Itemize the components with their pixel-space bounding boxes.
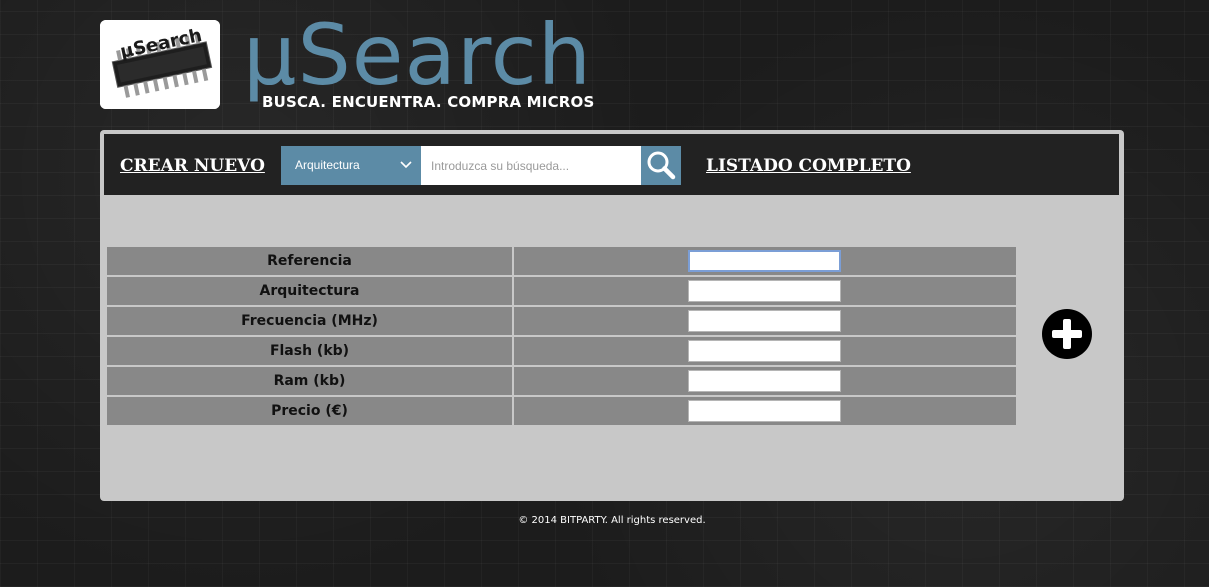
category-select[interactable]: Arquitectura: [281, 146, 421, 185]
form-row-frecuencia: Frecuencia (MHz): [107, 307, 1016, 335]
field-input-cell: [514, 337, 1016, 365]
add-button[interactable]: [1041, 308, 1093, 360]
field-label: Flash (kb): [107, 337, 512, 365]
field-label: Arquitectura: [107, 277, 512, 305]
field-label: Precio (€): [107, 397, 512, 425]
form-row-arquitectura: Arquitectura: [107, 277, 1016, 305]
form-row-precio: Precio (€): [107, 397, 1016, 425]
field-input-cell: [514, 367, 1016, 395]
create-new-link[interactable]: CREAR NUEVO: [120, 156, 265, 176]
search-input[interactable]: [421, 146, 641, 185]
precio-field[interactable]: [688, 400, 841, 422]
form-row-referencia: Referencia: [107, 247, 1016, 275]
brand-tagline: BUSCA. ENCUENTRA. COMPRA MICROS: [262, 93, 595, 111]
field-input-cell: [514, 247, 1016, 275]
chip-logo-icon: µSearch: [100, 20, 220, 109]
ram-field[interactable]: [688, 370, 841, 392]
category-select-value: Arquitectura: [295, 158, 360, 172]
field-label: Frecuencia (MHz): [107, 307, 512, 335]
nav-bar: CREAR NUEVO Arquitectura LISTADO COMPLET…: [104, 134, 1119, 195]
frecuencia-field[interactable]: [688, 310, 841, 332]
form-row-ram: Ram (kb): [107, 367, 1016, 395]
field-label: Referencia: [107, 247, 512, 275]
field-label: Ram (kb): [107, 367, 512, 395]
chevron-down-icon: [400, 161, 412, 169]
brand-title: µSearch: [243, 6, 593, 104]
full-list-link[interactable]: LISTADO COMPLETO: [706, 156, 911, 176]
field-input-cell: [514, 397, 1016, 425]
footer-copyright: © 2014 BITPARTY. All rights reserved.: [518, 515, 706, 526]
search-button[interactable]: [641, 146, 681, 185]
arquitectura-field[interactable]: [688, 280, 841, 302]
plus-circle-icon: [1042, 309, 1092, 359]
field-input-cell: [514, 277, 1016, 305]
flash-field[interactable]: [688, 340, 841, 362]
main-panel: CREAR NUEVO Arquitectura LISTADO COMPLET…: [100, 130, 1124, 501]
field-input-cell: [514, 307, 1016, 335]
referencia-field[interactable]: [688, 250, 841, 272]
form-row-flash: Flash (kb): [107, 337, 1016, 365]
logo[interactable]: µSearch: [100, 20, 220, 109]
search-icon: [647, 151, 676, 180]
